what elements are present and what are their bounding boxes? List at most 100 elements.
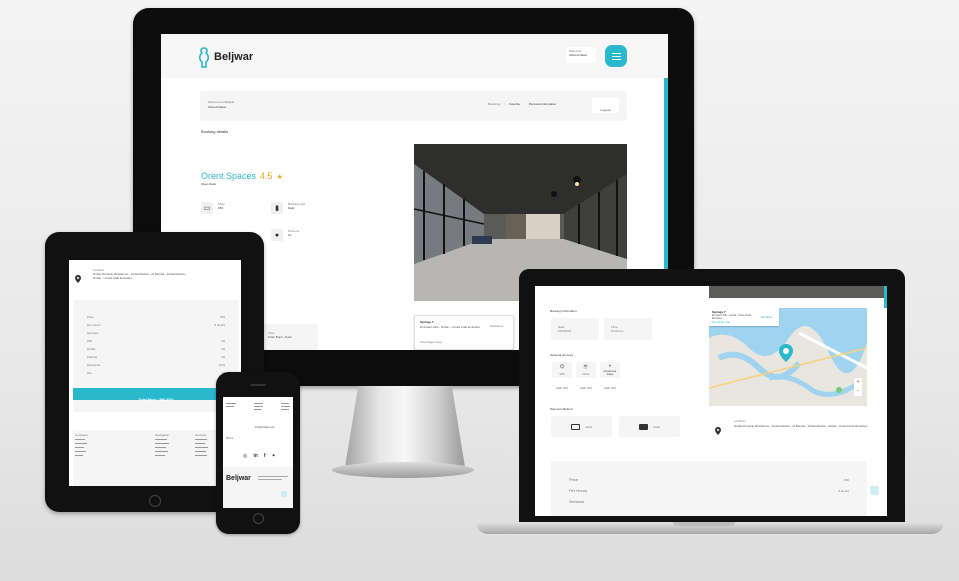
feature-booking-type: ▮ Booking type Daily xyxy=(271,202,331,220)
service-price: AED 300 xyxy=(579,386,592,390)
optional-services-title: Optional services xyxy=(550,353,574,357)
wifi-icon: ⌬ Wifi xyxy=(552,362,572,378)
date-value: 10/4/2021 xyxy=(558,329,572,333)
phone-label: Phone xyxy=(226,437,234,440)
footer-links xyxy=(195,439,215,469)
facebook-icon[interactable]: f xyxy=(264,453,266,459)
user-chip[interactable]: Welcome Ahmed Naser xyxy=(566,47,596,63)
footer-col-services: Services xyxy=(195,433,207,437)
credit-card-icon xyxy=(571,423,581,430)
summary-list: Price 150 Per Hours 5 Hours Services Wifi 5… xyxy=(87,315,225,379)
price-summary: Price 150 Per Hours 5 Hours Services xyxy=(551,461,867,516)
location-address: Dubai Pinnacle Residence - Dubai Marina … xyxy=(734,424,868,428)
view-larger-map-link[interactable]: View larger map xyxy=(420,340,442,344)
scroll-top-button[interactable] xyxy=(281,491,287,497)
service-price: AED 300 xyxy=(555,386,568,390)
space-title: Orent Spaces 4.5 ★ xyxy=(201,171,283,181)
directions-link[interactable]: Directions xyxy=(761,316,772,319)
linkedin-icon[interactable]: in xyxy=(253,453,257,459)
footer-links xyxy=(75,439,95,469)
space-rating: 4.5 xyxy=(260,171,273,181)
phone-speaker xyxy=(250,384,266,386)
map-address: Emirates Hills - Dubai - United Arab Emi… xyxy=(712,314,752,320)
headset-icon: ◗ Customer Care xyxy=(600,362,620,378)
summary-row: Tax10 xyxy=(87,371,225,375)
summary-row: Wifi 50 xyxy=(87,339,225,343)
booking-info-title: Booking information xyxy=(550,309,577,313)
user-name: Ahmed Naser xyxy=(569,53,588,57)
time-value: 10:00 am xyxy=(611,329,624,333)
nav-favorite[interactable]: Favorite xyxy=(509,102,520,106)
scroll-top-button[interactable] xyxy=(870,486,879,495)
summary-row: Per Hours 5 Hours xyxy=(87,323,225,327)
space-name: Orent Spaces xyxy=(201,171,257,181)
map-info: Springs 7 Emirates Hills - Dubai - Unite… xyxy=(709,308,779,326)
feature-persons: ● Persons 10 xyxy=(271,229,331,247)
location-pin-icon xyxy=(715,422,721,435)
phone-footer: Beljwar xyxy=(223,467,293,508)
zoom-controls[interactable]: + − xyxy=(854,378,862,396)
map-pin-icon xyxy=(779,344,793,362)
summary-row: Drinks 50 xyxy=(87,347,225,351)
phone-screen: info@beljwar.com Phone ◎ in f ✦ Beljwar xyxy=(223,397,293,508)
service-price: AED 300 xyxy=(603,386,616,390)
profile-bar: Welcome to Beljwar Ahmed Naser Bookings … xyxy=(200,91,627,121)
summary-row: Per Hours 5 Hours xyxy=(569,488,849,494)
laptop-notch xyxy=(673,522,735,526)
footer-links xyxy=(155,439,175,469)
map-view[interactable]: Springs 7 Emirates Hills - Dubai - Unite… xyxy=(709,308,867,406)
twitter-icon[interactable]: ✦ xyxy=(272,453,276,459)
total-price-button[interactable]: Total Price : 550 AED xyxy=(73,388,239,402)
tablet-home-button xyxy=(149,495,161,507)
payment-method-title: Payment Method xyxy=(550,407,573,411)
service-wifi[interactable]: ⌬ Wifi AED 300 xyxy=(551,362,573,392)
feature-value: 10 xyxy=(288,233,292,237)
feature-value: 150 xyxy=(218,206,224,210)
contact-email[interactable]: info@beljwar.com xyxy=(255,426,275,429)
phone-home-button xyxy=(253,513,264,524)
summary-row: Parking 50 xyxy=(87,355,225,359)
section-title: Booking details xyxy=(201,129,229,134)
summary-row: Services xyxy=(87,331,99,335)
summary-row: Price 150 xyxy=(87,315,225,319)
brand-logo[interactable]: Beljwar xyxy=(198,46,253,68)
footer-col-company: Company xyxy=(75,433,88,437)
monitor-stand xyxy=(345,386,465,466)
space-status: Open Desk xyxy=(201,182,217,186)
view-larger-map-link[interactable]: View larger map xyxy=(712,321,730,324)
bookmark-icon: ▮ xyxy=(271,202,283,214)
footer-brand: Beljwar xyxy=(226,475,251,482)
map-address: Emirates Hills - Dubai - United Arab Emi… xyxy=(420,325,480,329)
feature-value: Daily xyxy=(288,206,295,210)
time-card: Time 10:00 am xyxy=(604,318,652,340)
brand-name: Beljwar xyxy=(214,51,254,63)
footer-col-navigation: Navigation xyxy=(155,433,170,437)
nav-personal-info[interactable]: Personal information xyxy=(529,102,557,106)
map-place-title: Springs 7 xyxy=(420,320,434,324)
date-card: Date 10/4/2021 xyxy=(551,318,599,340)
phone-footer-links xyxy=(226,403,290,423)
time-value: From 8 am - 5 pm xyxy=(268,335,292,339)
monitor-base xyxy=(332,462,474,478)
payment-cash[interactable]: Cash xyxy=(619,416,680,437)
summary-row: Price 150 xyxy=(569,477,849,483)
summary-row: Discounts 10% xyxy=(87,363,225,367)
accent-strip xyxy=(884,286,887,308)
directions-link[interactable]: Directions xyxy=(490,324,503,328)
service-customer-care[interactable]: ◗ Customer Care AED 300 xyxy=(599,362,621,392)
logout-button[interactable]: Log out xyxy=(592,98,619,113)
location-address: Dubai Pinnacle Residence - Dubai Marina … xyxy=(93,272,187,280)
location-label: Location xyxy=(734,419,746,423)
profile-nav: Bookings | Favorite | Personal informati… xyxy=(488,102,557,106)
summary-list: Price 150 Per Hours 5 Hours Services xyxy=(569,478,849,511)
summary-row: Services xyxy=(569,499,585,504)
profile-welcome: Welcome to Beljwar xyxy=(208,100,235,104)
nav-bookings[interactable]: Bookings xyxy=(488,102,500,106)
money-icon: ▭ xyxy=(201,202,213,214)
service-drink[interactable]: ☕ Drink AED 300 xyxy=(575,362,597,392)
instagram-icon[interactable]: ◎ xyxy=(243,453,247,459)
laptop-screen: Booking information Date 10/4/2021 Time … xyxy=(535,286,887,516)
payment-card[interactable]: Card xyxy=(551,416,612,437)
users-icon: ● xyxy=(271,229,283,241)
menu-button[interactable] xyxy=(605,45,627,67)
